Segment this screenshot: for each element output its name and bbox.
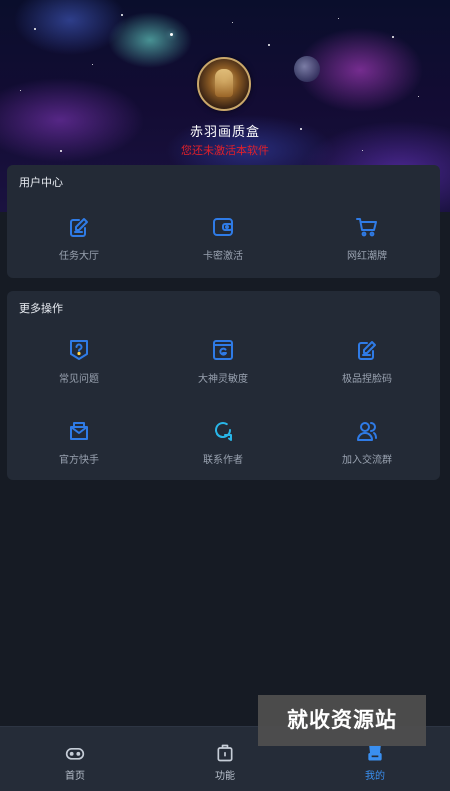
- task-hall-button[interactable]: 任务大厅: [7, 215, 151, 262]
- activation-status[interactable]: 您还未激活本软件: [0, 142, 450, 158]
- faq-button[interactable]: 常见问题: [7, 338, 151, 385]
- contact-author-label: 联系作者: [203, 455, 243, 466]
- edit-doc-icon: [358, 341, 376, 360]
- username: 赤羽画质盒: [189, 125, 260, 140]
- join-group-button[interactable]: 加入交流群: [295, 419, 439, 466]
- toolbox-icon: [217, 744, 233, 762]
- join-group-label: 加入交流群: [342, 455, 392, 466]
- official-kuaishou-label: 官方快手: [59, 455, 99, 466]
- mail-icon: [70, 422, 88, 440]
- user-center-card: 用户中心 任务大厅 卡密激活 网红潮牌: [7, 165, 440, 278]
- faq-label: 常见问题: [59, 374, 99, 385]
- watermark-badge: 就收资源站: [258, 695, 426, 746]
- nav-features[interactable]: 功能: [150, 743, 300, 782]
- shopping-cart-icon: [356, 218, 377, 237]
- card-activation-label: 卡密激活: [203, 251, 243, 262]
- nav-mine-label: 我的: [365, 771, 385, 782]
- group-users-icon: [357, 422, 377, 441]
- task-edit-icon: [70, 218, 88, 237]
- trendy-brand-button[interactable]: 网红潮牌: [295, 215, 439, 262]
- g-window-icon: [213, 340, 233, 360]
- planet-decoration: [294, 56, 320, 82]
- official-kuaishou-button[interactable]: 官方快手: [7, 419, 151, 466]
- more-actions-title: 更多操作: [19, 302, 63, 315]
- more-actions-card: 更多操作 常见问题 大神灵敏度 极品捏脸码 官方快手 联系作者 加入交流群: [7, 291, 440, 480]
- question-shield-icon: [70, 340, 88, 360]
- task-hall-label: 任务大厅: [59, 251, 99, 262]
- nav-home-label: 首页: [65, 771, 85, 782]
- nav-mine[interactable]: 我的: [300, 743, 450, 782]
- nav-features-label: 功能: [215, 771, 235, 782]
- wallet-card-icon: [213, 218, 233, 236]
- face-code-label: 极品捏脸码: [342, 374, 392, 385]
- chat-bubble-icon: [215, 421, 232, 441]
- pro-sensitivity-button[interactable]: 大神灵敏度: [151, 338, 295, 385]
- user-center-title: 用户中心: [19, 176, 63, 189]
- trendy-brand-label: 网红潮牌: [347, 251, 387, 262]
- gamepad-icon: [65, 748, 85, 760]
- nav-home[interactable]: 首页: [0, 743, 150, 782]
- profile-icon: [368, 745, 382, 761]
- card-activation-button[interactable]: 卡密激活: [151, 215, 295, 262]
- pro-sensitivity-label: 大神灵敏度: [198, 374, 248, 385]
- contact-author-button[interactable]: 联系作者: [151, 419, 295, 466]
- face-code-button[interactable]: 极品捏脸码: [295, 338, 439, 385]
- avatar[interactable]: [197, 57, 251, 111]
